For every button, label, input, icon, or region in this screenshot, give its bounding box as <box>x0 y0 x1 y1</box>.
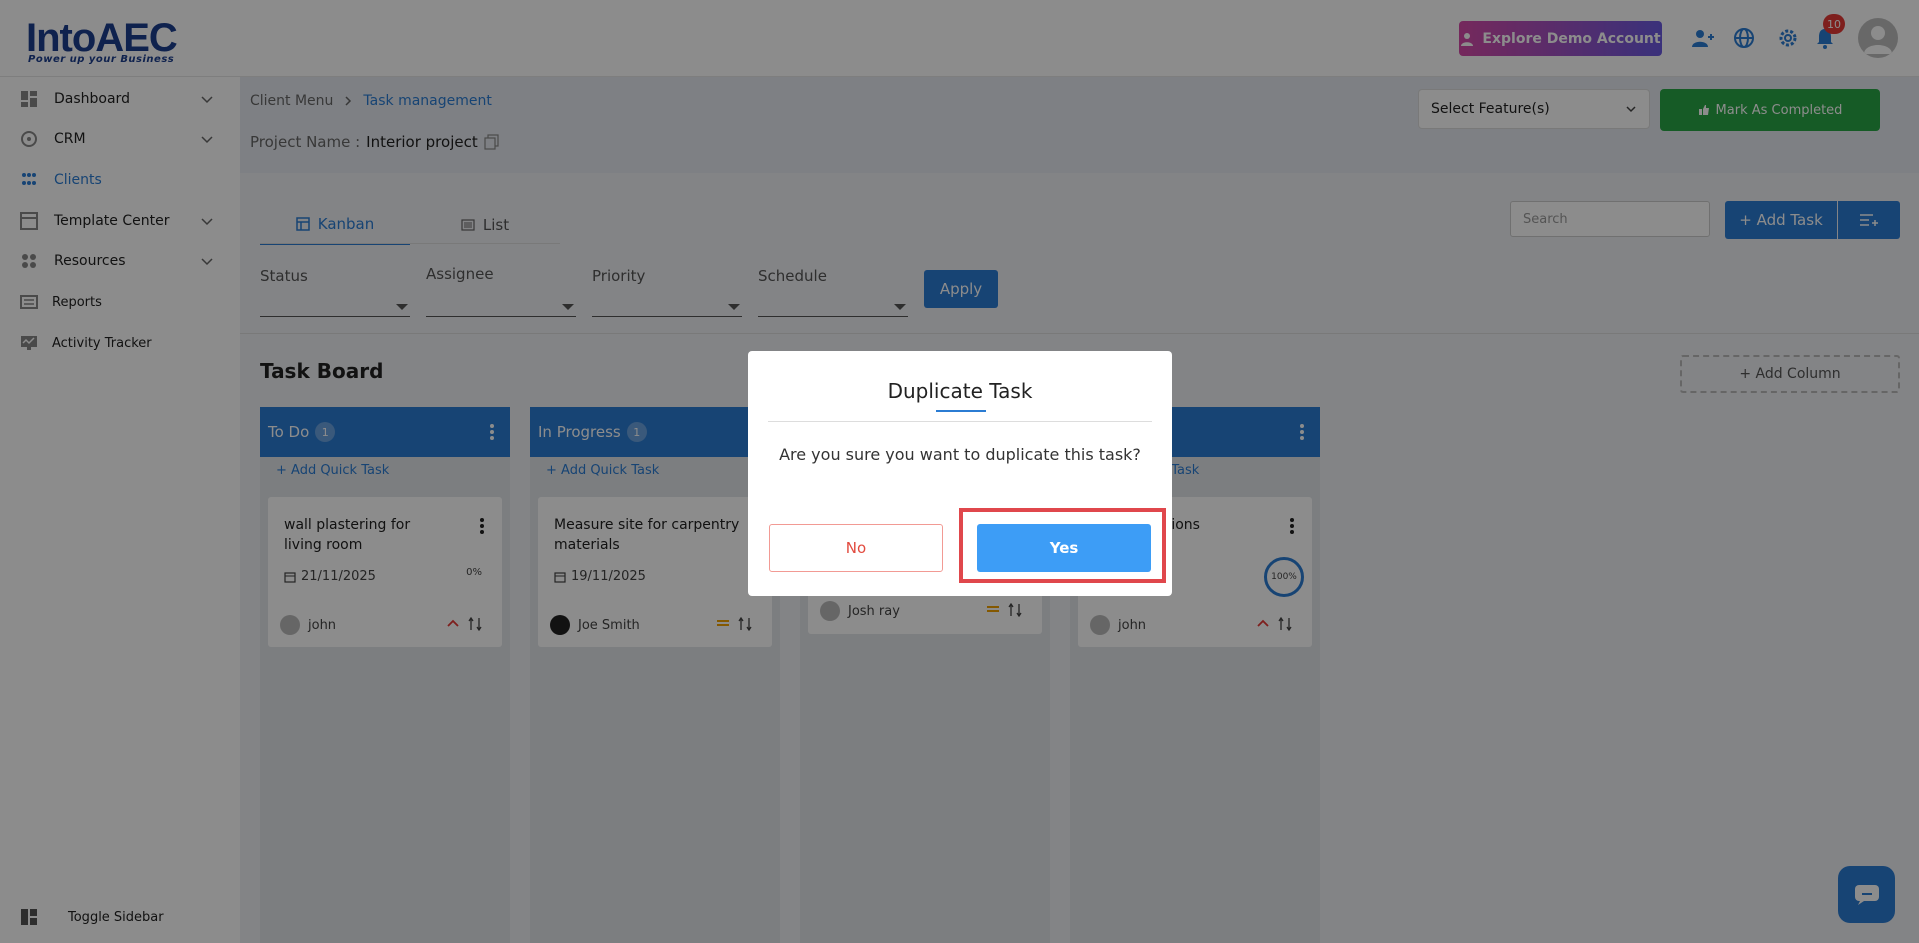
highlight-box <box>959 508 1166 583</box>
dialog-title: Duplicate Task <box>887 379 1033 403</box>
dialog-message: Are you sure you want to duplicate this … <box>779 445 1141 464</box>
no-button[interactable]: No <box>769 524 943 572</box>
title-underline <box>936 410 986 412</box>
dialog-divider <box>768 421 1152 422</box>
